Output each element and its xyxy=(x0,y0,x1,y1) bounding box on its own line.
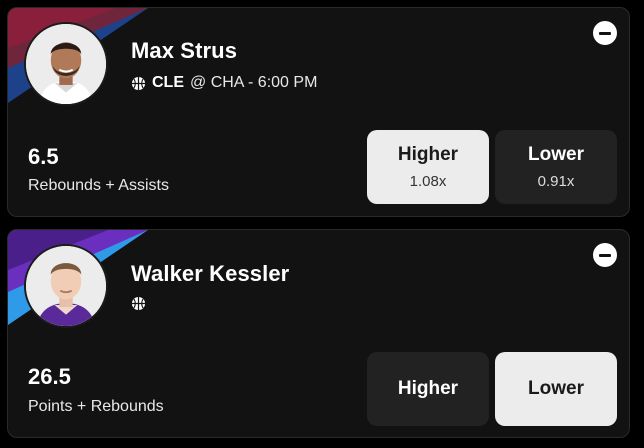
higher-multiplier: 1.08x xyxy=(409,173,447,190)
stat-type: Points + Rebounds xyxy=(28,398,164,415)
higher-label: Higher xyxy=(397,144,459,165)
higher-button[interactable]: Higher xyxy=(367,352,489,426)
matchup-time: @ CHA - 6:00 PM xyxy=(190,74,318,91)
lower-label: Lower xyxy=(528,378,584,399)
basketball-icon xyxy=(131,76,146,91)
pick-card: Walker Kessler 26.5 Points + Rebounds Hi… xyxy=(7,229,630,438)
lower-label: Lower xyxy=(528,144,584,165)
player-name: Max Strus xyxy=(131,38,238,63)
remove-pick-icon[interactable] xyxy=(593,243,617,267)
lower-button[interactable]: Lower 0.91x xyxy=(495,130,617,204)
lower-button[interactable]: Lower xyxy=(495,352,617,426)
game-info: CLE @ CHA - 6:00 PM xyxy=(131,74,317,92)
higher-button[interactable]: Higher 1.08x xyxy=(367,130,489,204)
game-info xyxy=(131,296,146,311)
projection-line: 6.5 xyxy=(28,144,59,169)
player-avatar xyxy=(24,244,108,328)
projection-line: 26.5 xyxy=(28,364,71,389)
remove-pick-icon[interactable] xyxy=(593,21,617,45)
player-name: Walker Kessler xyxy=(131,261,290,286)
stat-type: Rebounds + Assists xyxy=(28,177,169,194)
lower-multiplier: 0.91x xyxy=(537,173,575,190)
player-avatar xyxy=(24,22,108,106)
higher-label: Higher xyxy=(397,378,459,399)
pick-card: Max Strus CLE @ CHA - 6:00 PM 6.5 Reboun… xyxy=(7,7,630,217)
team-abbr: CLE xyxy=(152,74,184,91)
basketball-icon xyxy=(131,296,146,311)
